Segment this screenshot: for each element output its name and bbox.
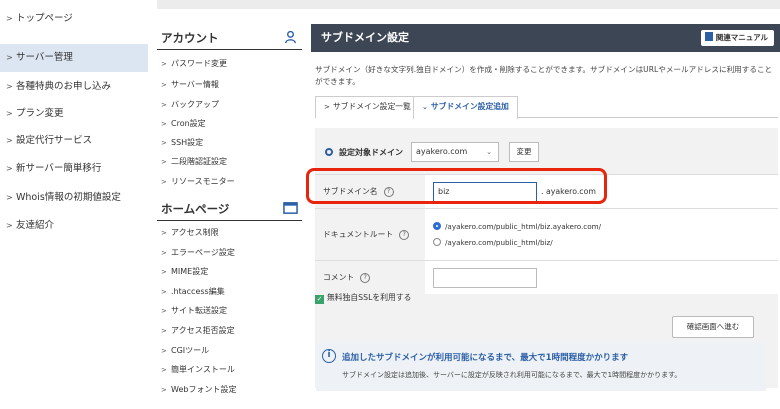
tab-subdomain-list[interactable]: > サブドメイン設定一覧	[315, 96, 420, 118]
menu-item-server-info[interactable]: > サーバー情報	[157, 76, 302, 94]
target-domain-select[interactable]: ayakero.com ⌄	[411, 142, 499, 162]
subdomain-highlight-box	[306, 168, 607, 204]
user-icon	[284, 30, 297, 44]
tab-bar: > サブドメイン設定一覧 ⌄ サブドメイン設定追加	[315, 96, 778, 119]
book-icon	[704, 32, 713, 41]
page-description: サブドメイン（好きな文字列.独自ドメイン）を作成・削除することができます。サブド…	[315, 65, 773, 86]
chevron-right-icon: >	[161, 386, 167, 394]
homepage-section-header: ホームページ	[157, 197, 302, 221]
chevron-right-icon: >	[161, 101, 167, 109]
chevron-right-icon: >	[6, 109, 13, 118]
target-domain-marker-icon	[325, 148, 333, 156]
nav-item-server-migration[interactable]: > 新サーバー簡単移行	[0, 155, 148, 183]
chevron-right-icon: >	[161, 178, 167, 186]
chevron-right-icon: >	[161, 327, 167, 335]
comment-input[interactable]	[433, 267, 537, 288]
chevron-right-icon: >	[161, 268, 167, 276]
menu-item-easy-install[interactable]: > 簡単インストール	[157, 361, 302, 379]
chevron-right-icon: >	[161, 60, 167, 68]
chevron-down-icon: ⌄	[486, 148, 492, 156]
chevron-right-icon: >	[161, 120, 167, 128]
nav-item-setup-service[interactable]: > 設定代行サービス	[0, 127, 148, 155]
chevron-right-icon: >	[161, 158, 167, 166]
tab-subdomain-add[interactable]: ⌄ サブドメイン設定追加	[413, 96, 518, 119]
nav-item-server-management[interactable]: > サーバー管理	[0, 44, 148, 72]
change-domain-button[interactable]: 変更	[509, 142, 539, 162]
menu-item-2fa[interactable]: > 二段階認証設定	[157, 153, 302, 171]
confirm-button[interactable]: 確認画面へ進む	[672, 316, 754, 338]
chevron-right-icon: >	[161, 347, 167, 355]
notice-title: 追加したサブドメインが利用可能になるまで、最大で1時間程度かかります	[342, 353, 629, 363]
menu-item-password[interactable]: > パスワード変更	[157, 55, 302, 73]
chevron-right-icon: >	[6, 14, 13, 23]
settings-menu: アカウント > パスワード変更 > サーバー情報 > バックアップ > Cron設定 >…	[157, 0, 302, 409]
radio-unselected-icon	[433, 237, 441, 246]
nav-item-plan-change[interactable]: > プラン変更	[0, 100, 148, 128]
menu-item-cron[interactable]: > Cron設定	[157, 115, 302, 133]
menu-item-web-font[interactable]: > Webフォント設定	[157, 381, 302, 399]
nav-item-top[interactable]: > トップページ	[0, 5, 148, 33]
menu-item-ssh[interactable]: > SSH設定	[157, 134, 302, 152]
menu-item-htaccess[interactable]: > .htaccess編集	[157, 283, 302, 301]
chevron-right-icon: >	[324, 103, 330, 111]
page-title: サブドメイン設定	[321, 31, 409, 44]
browser-window-icon	[283, 202, 298, 214]
help-icon[interactable]: ?	[360, 272, 371, 283]
nav-item-whois[interactable]: > Whois情報の初期値設定	[0, 184, 148, 212]
chevron-right-icon: >	[161, 229, 167, 237]
notice-text: サブドメイン設定は追加後、サーバーに設定が反映され利用可能になるまで、最大で1時…	[342, 371, 682, 379]
chevron-right-icon: >	[6, 82, 13, 91]
menu-item-site-forward[interactable]: > サイト転送設定	[157, 302, 302, 320]
chevron-right-icon: >	[161, 139, 167, 147]
info-icon: i	[322, 349, 336, 363]
ssl-checkbox-row[interactable]: ✓ 無料独自SSLを利用する	[315, 292, 411, 304]
chevron-right-icon: >	[6, 53, 13, 62]
target-domain-row: 設定対象ドメイン ayakero.com ⌄ 変更	[325, 142, 539, 164]
document-root-row: ドキュメントルート? /ayakero.com/public_html/biz.…	[315, 208, 778, 260]
chevron-right-icon: >	[161, 307, 167, 315]
menu-item-access-deny[interactable]: > アクセス拒否設定	[157, 322, 302, 340]
menu-item-resource-monitor[interactable]: > リソースモニター	[157, 173, 302, 191]
comment-row: コメント?	[315, 260, 778, 294]
menu-item-backup[interactable]: > バックアップ	[157, 96, 302, 114]
menu-item-mime[interactable]: > MIME設定	[157, 263, 302, 281]
chevron-right-icon: >	[6, 136, 13, 145]
docroot-option-1[interactable]: /ayakero.com/public_html/biz.ayakero.com…	[433, 219, 601, 235]
chevron-right-icon: >	[6, 164, 13, 173]
chevron-right-icon: >	[6, 193, 13, 202]
chevron-right-icon: >	[6, 221, 13, 230]
chevron-right-icon: >	[161, 288, 167, 296]
chevron-right-icon: >	[161, 81, 167, 89]
radio-selected-icon	[433, 221, 441, 230]
info-notice: i 追加したサブドメインが利用可能になるまで、最大で1時間程度かかります サブド…	[316, 343, 766, 391]
menu-item-access-restriction[interactable]: > アクセス制限	[157, 224, 302, 242]
chevron-right-icon: >	[161, 366, 167, 374]
page-title-bar: サブドメイン設定 関連マニュアル	[311, 24, 780, 52]
account-section-header: アカウント	[157, 26, 302, 50]
related-manual-button[interactable]: 関連マニュアル	[700, 30, 774, 46]
left-nav: > トップページ > サーバー管理 > 各種特典のお申し込み > プラン変更 > 設定代行…	[0, 0, 148, 409]
checkbox-checked-icon[interactable]: ✓	[315, 295, 324, 304]
page: > トップページ > サーバー管理 > 各種特典のお申し込み > プラン変更 > 設定代行…	[0, 0, 780, 409]
help-icon[interactable]: ?	[399, 229, 410, 240]
nav-item-benefits[interactable]: > 各種特典のお申し込み	[0, 73, 148, 101]
docroot-option-2[interactable]: /ayakero.com/public_html/biz/	[433, 235, 553, 251]
chevron-right-icon: >	[161, 249, 167, 257]
menu-item-error-page[interactable]: > エラーページ設定	[157, 244, 302, 262]
nav-item-referral[interactable]: > 友達紹介	[0, 212, 148, 240]
chevron-down-icon: ⌄	[422, 103, 428, 111]
menu-item-cgi-tools[interactable]: > CGIツール	[157, 342, 302, 360]
